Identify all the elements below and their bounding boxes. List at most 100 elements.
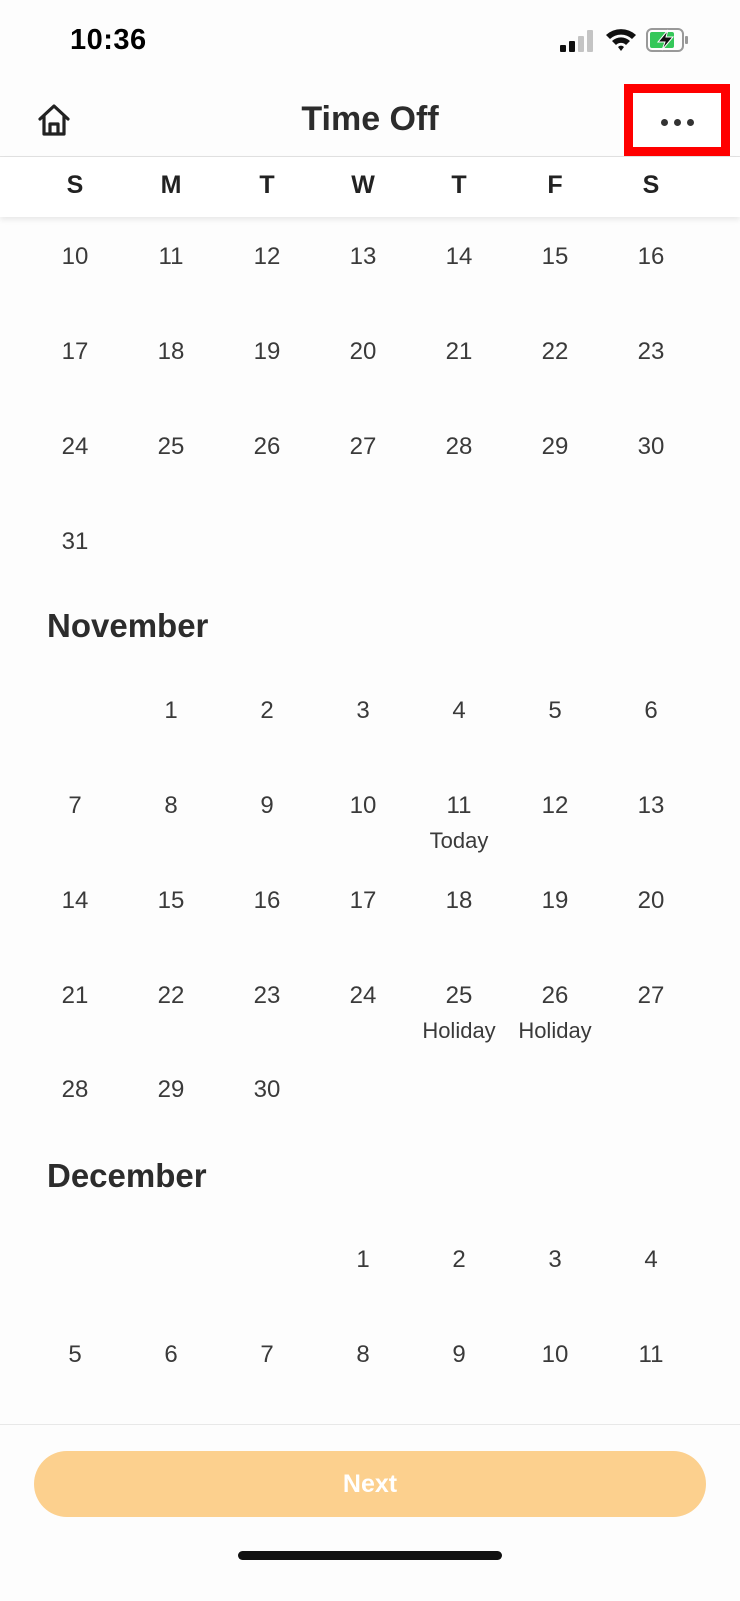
calendar-day[interactable]: 14 bbox=[410, 243, 508, 271]
home-indicator bbox=[238, 1551, 502, 1560]
day-number: 27 bbox=[637, 982, 665, 1009]
calendar-day[interactable]: 10 bbox=[26, 243, 124, 271]
calendar-day[interactable]: 14 bbox=[26, 887, 124, 915]
calendar-day[interactable]: 23 bbox=[602, 338, 700, 366]
calendar-day[interactable]: 24 bbox=[314, 982, 412, 1010]
calendar-day[interactable]: 22 bbox=[506, 338, 604, 366]
day-number: 22 bbox=[157, 982, 185, 1009]
calendar-day[interactable]: 9 bbox=[410, 1341, 508, 1369]
day-number: 8 bbox=[356, 1341, 370, 1368]
day-number: 23 bbox=[637, 338, 665, 365]
day-number: 18 bbox=[157, 338, 185, 365]
day-number: 20 bbox=[349, 338, 377, 365]
calendar-day[interactable]: 20 bbox=[314, 338, 412, 366]
more-options-button[interactable] bbox=[624, 84, 730, 156]
day-number: 26 bbox=[541, 982, 569, 1009]
calendar-day[interactable]: 25 bbox=[122, 433, 220, 461]
calendar-day[interactable]: 6 bbox=[602, 697, 700, 725]
calendar-scroll-area[interactable]: 10 11 12 13 14 15 16 17 18 19 20 21 22 23 24 25 26 27 28 29… bbox=[0, 217, 740, 1424]
calendar-day[interactable]: 23 bbox=[218, 982, 316, 1010]
day-number: 3 bbox=[356, 697, 370, 724]
calendar-day[interactable]: 11 bbox=[602, 1341, 700, 1369]
calendar-day[interactable]: 10 bbox=[506, 1341, 604, 1369]
calendar-day[interactable]: 31 bbox=[26, 528, 124, 556]
calendar-day[interactable]: 8 bbox=[314, 1341, 412, 1369]
calendar-day[interactable]: 12 bbox=[218, 243, 316, 271]
day-number: 4 bbox=[644, 1246, 658, 1273]
calendar-day[interactable]: 17 bbox=[26, 338, 124, 366]
calendar-day[interactable]: 30 bbox=[218, 1076, 316, 1104]
calendar-day[interactable]: 19 bbox=[218, 338, 316, 366]
battery-charging-icon bbox=[646, 28, 688, 52]
day-number: 13 bbox=[637, 792, 665, 819]
calendar-day[interactable]: 4 bbox=[602, 1246, 700, 1274]
day-number: 24 bbox=[61, 433, 89, 460]
calendar-day[interactable]: 26 Holiday bbox=[506, 982, 604, 1044]
calendar-day[interactable]: 5 bbox=[26, 1341, 124, 1369]
next-button[interactable]: Next bbox=[34, 1451, 706, 1517]
calendar-day[interactable]: 7 bbox=[218, 1341, 316, 1369]
calendar-day[interactable]: 12 bbox=[506, 792, 604, 820]
calendar-day[interactable]: 15 bbox=[506, 243, 604, 271]
calendar-day[interactable]: 18 bbox=[122, 338, 220, 366]
day-number: 3 bbox=[548, 1246, 562, 1273]
calendar-day[interactable]: 11 Today bbox=[410, 792, 508, 854]
calendar-day[interactable]: 7 bbox=[26, 792, 124, 820]
calendar-day[interactable]: 11 bbox=[122, 243, 220, 271]
calendar-day[interactable]: 29 bbox=[506, 433, 604, 461]
calendar-day[interactable]: 27 bbox=[314, 433, 412, 461]
day-number: 22 bbox=[541, 338, 569, 365]
day-number: 10 bbox=[541, 1341, 569, 1368]
calendar-day[interactable]: 10 bbox=[314, 792, 412, 820]
day-number: 9 bbox=[260, 792, 274, 819]
calendar-day[interactable]: 8 bbox=[122, 792, 220, 820]
calendar-day[interactable]: 20 bbox=[602, 887, 700, 915]
day-number: 12 bbox=[253, 243, 281, 270]
day-number: 29 bbox=[541, 433, 569, 460]
calendar-day[interactable]: 21 bbox=[410, 338, 508, 366]
calendar-day[interactable]: 4 bbox=[410, 697, 508, 725]
calendar-day[interactable]: 9 bbox=[218, 792, 316, 820]
calendar-day[interactable]: 16 bbox=[218, 887, 316, 915]
calendar-day[interactable]: 22 bbox=[122, 982, 220, 1010]
day-number: 8 bbox=[164, 792, 178, 819]
calendar-day[interactable]: 2 bbox=[218, 697, 316, 725]
day-number: 17 bbox=[61, 338, 89, 365]
day-number: 21 bbox=[61, 982, 89, 1009]
calendar-day[interactable]: 16 bbox=[602, 243, 700, 271]
calendar-day[interactable]: 30 bbox=[602, 433, 700, 461]
calendar-day[interactable]: 24 bbox=[26, 433, 124, 461]
day-number: 9 bbox=[452, 1341, 466, 1368]
calendar-day[interactable]: 27 bbox=[602, 982, 700, 1010]
calendar-day[interactable]: 29 bbox=[122, 1076, 220, 1104]
calendar-day[interactable]: 25 Holiday bbox=[410, 982, 508, 1044]
day-number: 30 bbox=[253, 1076, 281, 1103]
calendar-day[interactable]: 1 bbox=[314, 1246, 412, 1274]
calendar-day[interactable]: 2 bbox=[410, 1246, 508, 1274]
calendar-day[interactable]: 3 bbox=[314, 697, 412, 725]
calendar-day[interactable]: 6 bbox=[122, 1341, 220, 1369]
calendar-day[interactable]: 18 bbox=[410, 887, 508, 915]
weekday-label: S bbox=[642, 171, 660, 199]
calendar-day[interactable]: 3 bbox=[506, 1246, 604, 1274]
app-header: Time Off bbox=[0, 84, 740, 157]
calendar-day[interactable]: 5 bbox=[506, 697, 604, 725]
weekday-label: F bbox=[547, 171, 563, 199]
calendar-day[interactable]: 28 bbox=[410, 433, 508, 461]
calendar-day[interactable]: 28 bbox=[26, 1076, 124, 1104]
calendar-day[interactable]: 26 bbox=[218, 433, 316, 461]
calendar-day[interactable]: 17 bbox=[314, 887, 412, 915]
calendar-day[interactable]: 13 bbox=[602, 792, 700, 820]
day-number: 12 bbox=[541, 792, 569, 819]
calendar-day[interactable]: 13 bbox=[314, 243, 412, 271]
weekday-label: S bbox=[66, 171, 84, 199]
day-number: 25 bbox=[157, 433, 185, 460]
day-number: 25 bbox=[445, 982, 473, 1009]
calendar-day[interactable]: 1 bbox=[122, 697, 220, 725]
day-number: 7 bbox=[260, 1341, 274, 1368]
calendar-day[interactable]: 21 bbox=[26, 982, 124, 1010]
day-number: 28 bbox=[445, 433, 473, 460]
calendar-day[interactable]: 19 bbox=[506, 887, 604, 915]
calendar-day[interactable]: 15 bbox=[122, 887, 220, 915]
day-number: 18 bbox=[445, 887, 473, 914]
